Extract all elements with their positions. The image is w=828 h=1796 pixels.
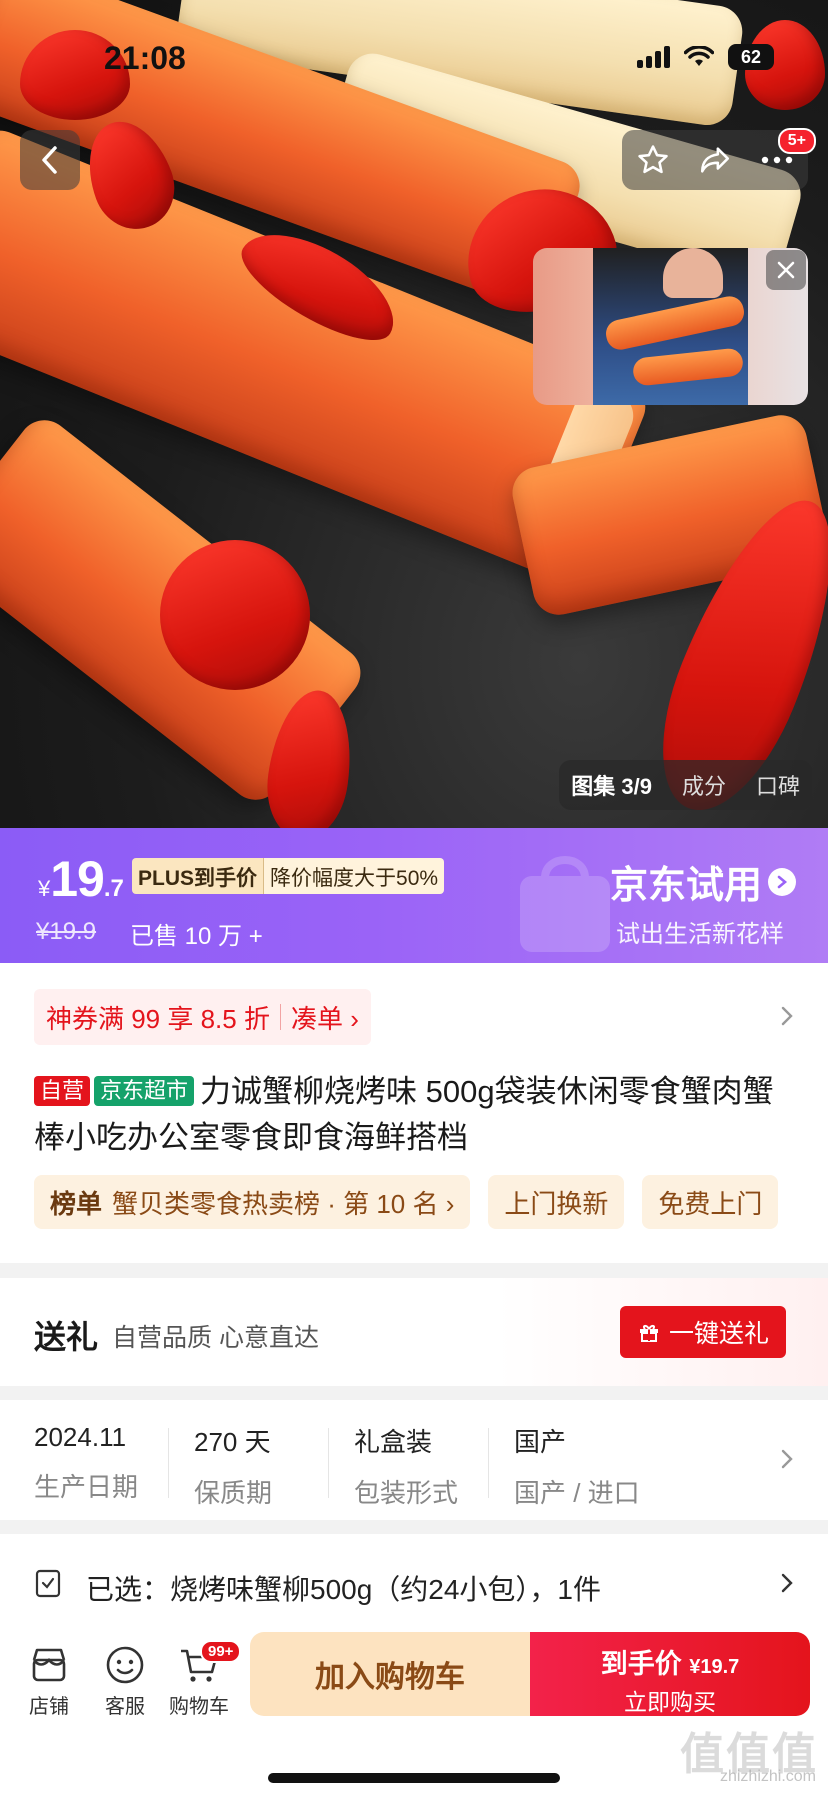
coupon-banner[interactable]: 神券满 99 享 8.5 折 凑单 ›	[34, 989, 371, 1045]
customer-service-button[interactable]: 客服	[90, 1640, 160, 1719]
battery-icon: 62	[728, 44, 774, 70]
share-icon	[700, 147, 730, 173]
self-operated-tag: 自营	[34, 1076, 91, 1106]
watermark-url: zhizhizhi.com	[719, 1768, 816, 1785]
service-chip-free-pickup[interactable]: 免费上门	[642, 1175, 779, 1229]
product-title: 自营 京东超市 力诚蟹柳烧烤味 500g袋装休闲零食蟹肉蟹棒小吃办公室零食即食海鲜搭…	[34, 1069, 794, 1161]
red-chili	[160, 540, 310, 690]
service-chips: 榜单 蟹贝类零食热卖榜 · 第 10 名 › 上门换新 免费上门	[34, 1175, 779, 1229]
gallery-tabs: 图集 3/9 成分 口碑	[559, 760, 812, 810]
spec-production-date: 2024.11 生产日期	[34, 1422, 139, 1502]
service-chip-replace[interactable]: 上门换新	[488, 1175, 625, 1229]
chevron-right-icon	[781, 1573, 793, 1593]
chevron-left-icon	[42, 146, 57, 174]
store-button[interactable]: 店铺	[14, 1640, 84, 1719]
chevron-right-icon	[768, 867, 796, 896]
price-banner: ¥ 19 .7 PLUS到手价 降价幅度大于50% ¥19.9 已售 10 万 …	[0, 828, 828, 963]
price-current: ¥ 19 .7	[38, 851, 124, 907]
coupon-text: 神券满 99 享 8.5 折	[46, 1003, 270, 1034]
plus-price-tag: PLUS到手价 降价幅度大于50%	[132, 858, 445, 894]
close-icon	[777, 261, 795, 279]
gift-subtitle: 自营品质 心意直达	[112, 1324, 319, 1352]
spec-shelf-life: 270 天 保质期	[194, 1427, 273, 1508]
spec-origin: 国产 国产 / 进口	[514, 1427, 640, 1508]
clipboard-icon	[35, 1569, 61, 1598]
coupon-action[interactable]: 凑单 ›	[291, 999, 359, 1036]
cellular-signal-icon	[637, 46, 670, 68]
close-video-button[interactable]	[766, 250, 806, 290]
jd-supermarket-tag: 京东超市	[94, 1076, 195, 1106]
add-to-cart-button[interactable]: 加入购物车	[250, 1632, 530, 1716]
send-gift-button[interactable]: 一键送礼	[620, 1306, 786, 1358]
chevron-right-icon[interactable]	[780, 1005, 794, 1027]
gift-icon	[639, 1325, 658, 1342]
back-button[interactable]	[20, 130, 80, 190]
tab-reviews[interactable]: 口碑	[756, 769, 800, 801]
original-price: ¥19.9	[36, 918, 97, 945]
buy-now-button[interactable]: 到手价 ¥19.7 立即购买	[530, 1632, 810, 1716]
cart-count-badge: 99+	[200, 1640, 242, 1663]
home-indicator[interactable]	[268, 1773, 560, 1783]
video-preview	[593, 248, 748, 405]
tab-ingredients[interactable]: 成分	[682, 769, 726, 801]
product-image-carousel[interactable]	[0, 0, 828, 828]
sold-count: 已售 10 万 +	[130, 923, 263, 950]
jd-trial-link[interactable]: 京东试用	[610, 854, 796, 909]
cart-button[interactable]: 购物车 99+	[164, 1640, 242, 1719]
ranking-chip[interactable]: 榜单 蟹贝类零食热卖榜 · 第 10 名 ›	[34, 1175, 471, 1229]
trial-subtitle: 试出生活新花样	[616, 921, 784, 948]
customer-service-icon	[106, 1646, 144, 1684]
product-info-card: 神券满 99 享 8.5 折 凑单 › 自营 京东超市 力诚蟹柳烧烤味 500g袋装…	[0, 963, 828, 1263]
gift-card: 送礼 自营品质 心意直达 一键送礼	[0, 1278, 828, 1386]
status-icons: 62	[637, 44, 774, 70]
status-time: 21:08	[104, 40, 186, 76]
star-icon	[638, 145, 668, 174]
store-icon	[32, 1648, 66, 1682]
share-button[interactable]	[684, 130, 746, 190]
favorite-button[interactable]	[622, 130, 684, 190]
selected-variant-row[interactable]: 已选：烧烤味蟹柳500g（约24小包），1件	[0, 1534, 828, 1630]
tab-gallery[interactable]: 图集 3/9	[571, 769, 652, 801]
shopping-bag-icon	[520, 856, 610, 952]
wifi-icon	[684, 46, 714, 66]
message-badge: 5+	[777, 128, 816, 154]
spec-card[interactable]: 2024.11 生产日期 270 天 保质期 礼盒装 包装形式 国产 国产 / …	[0, 1400, 828, 1520]
chevron-right-icon	[781, 1449, 793, 1469]
gift-label: 送礼	[34, 1319, 99, 1355]
spec-packaging: 礼盒装 包装形式	[354, 1427, 459, 1508]
selected-variant-text: 已选：烧烤味蟹柳500g（约24小包），1件	[86, 1574, 602, 1605]
more-dots-icon	[761, 156, 793, 164]
